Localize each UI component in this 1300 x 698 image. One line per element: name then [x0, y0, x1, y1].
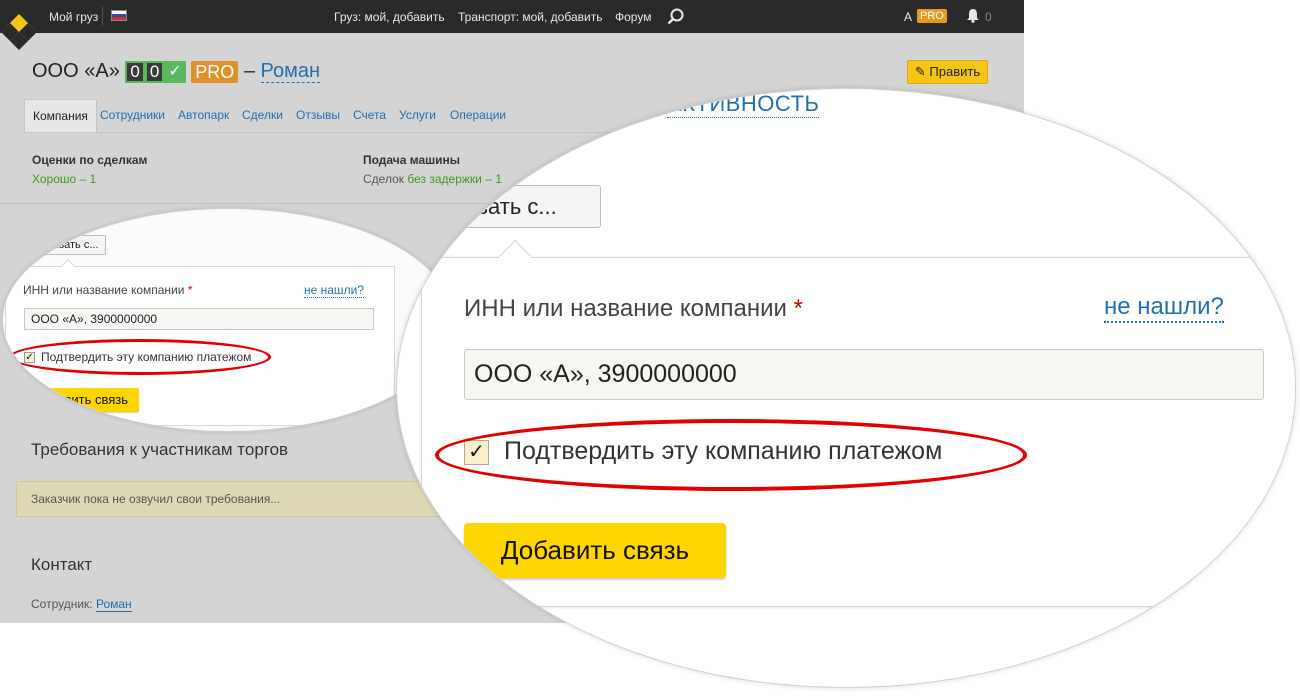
tab-deals[interactable]: Сделки [242, 99, 283, 133]
rating-badge-1: 0 [125, 60, 145, 83]
add-connection-button-zoomed[interactable]: Добавить связь [464, 523, 726, 578]
my-cargo-link[interactable]: Мой груз [49, 10, 98, 24]
deals-rating-value: Хорошо – 1 [32, 172, 97, 186]
company-field-label-zoomed: ИНН или название компании * [464, 295, 803, 323]
vehicle-title: Подача машины [363, 153, 461, 167]
company-search-input-zoomed[interactable]: ООО «А», 3900000000 [464, 349, 1264, 400]
user-menu[interactable]: A [904, 10, 912, 24]
company-search-input[interactable]: ООО «А», 3900000000 [24, 308, 374, 330]
top-navigation-bar: Мой груз Груз: мой, добавить Транспорт: … [0, 0, 1024, 50]
tab-services[interactable]: Услуги [399, 99, 436, 133]
vehicle-prefix: Сделок [363, 172, 405, 186]
pencil-icon: ✎ [914, 64, 930, 79]
tab-operations[interactable]: Операции [450, 99, 506, 133]
big-zoom-lens: АКТИВНОСТЬ язать с... ИНН или название к… [396, 88, 1296, 688]
vehicle-stat: Сделок без задержки – 1 [363, 172, 502, 186]
rating-badge-2: 0 [144, 60, 165, 83]
deals-rating-title: Оценки по сделкам [32, 153, 148, 167]
company-field-label-zoomed-text: ИНН или название компании [464, 295, 787, 322]
tab-company[interactable]: Компания [24, 99, 97, 133]
required-mark-zoomed: * [793, 295, 803, 322]
russia-flag-icon[interactable] [111, 10, 127, 21]
small-zoom-lens: Связать с... ИНН или название компании *… [2, 208, 454, 432]
owner-link[interactable]: Роман [260, 60, 321, 84]
requirements-title: Требования к участникам торгов [31, 440, 289, 459]
not-found-link[interactable]: не нашли? [304, 283, 364, 298]
add-connection-button[interactable]: Добавить связь [23, 388, 139, 412]
divider [102, 7, 103, 25]
tab-invoices[interactable]: Счета [353, 99, 386, 133]
logo-icon[interactable] [0, 12, 38, 54]
tab-fleet[interactable]: Автопарк [178, 99, 229, 133]
not-found-link-zoomed[interactable]: не нашли? [1104, 293, 1224, 323]
vehicle-value: без задержки – 1 [407, 172, 502, 186]
contact-title: Контакт [31, 555, 93, 574]
tab-employees[interactable]: Сотрудники [100, 99, 165, 133]
contact-employee: Сотрудник: Роман [31, 597, 132, 612]
search-icon[interactable] [667, 8, 684, 25]
edit-button[interactable]: ✎ Править [907, 60, 988, 84]
required-mark: * [187, 283, 193, 297]
page-title: ООО «А» 0 0 ✓ PRO – Роман [32, 60, 321, 86]
verified-check-icon: ✓ [164, 60, 186, 83]
forum-link[interactable]: Форум [615, 10, 651, 24]
edit-label: Править [929, 64, 981, 79]
connect-with-button[interactable]: Связать с... [32, 235, 106, 255]
notification-count: 0 [985, 10, 992, 24]
company-field-label-text: ИНН или название компании [23, 283, 185, 297]
employee-link[interactable]: Роман [95, 597, 132, 612]
company-field-label: ИНН или название компании * [23, 283, 192, 297]
transport-links[interactable]: Транспорт: мой, добавить [458, 10, 602, 24]
cargo-links[interactable]: Груз: мой, добавить [334, 10, 445, 24]
pro-badge[interactable]: PRO [917, 9, 947, 23]
tab-reviews[interactable]: Отзывы [296, 99, 340, 133]
highlight-ring-zoomed [435, 419, 1027, 491]
bell-icon[interactable] [966, 8, 980, 23]
activity-link[interactable]: АКТИВНОСТЬ [667, 91, 820, 118]
company-name: ООО «А» [32, 60, 120, 83]
connect-with-button-zoomed[interactable]: язать с... [453, 185, 601, 228]
employee-label: Сотрудник: [31, 597, 93, 611]
pro-badge: PRO [191, 60, 239, 83]
title-dash: – [243, 60, 255, 83]
highlight-ring [9, 339, 271, 375]
